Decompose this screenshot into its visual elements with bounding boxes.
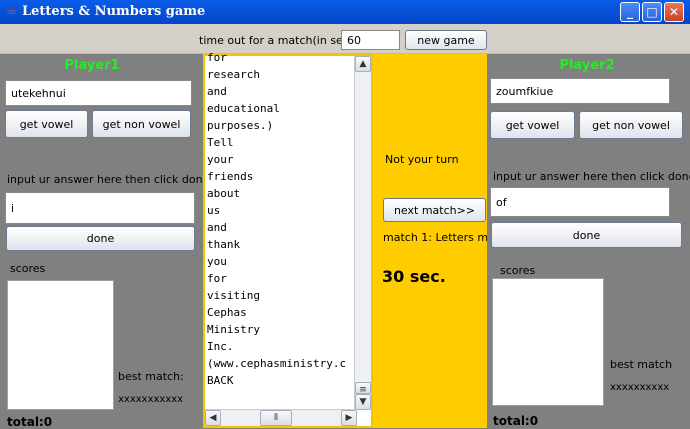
player2-get-non-vowel-button[interactable]: get non vowel [579, 111, 683, 139]
word-list[interactable]: for research and educational purposes.) Tell y… [205, 49, 359, 403]
word-list-line: BACK [207, 374, 234, 387]
scroll-down-icon[interactable]: ▼ [355, 394, 371, 410]
player1-answer-prompt: input ur answer here then click done [7, 173, 210, 186]
title-bar: ☕ Letters & Numbers game _ □ ✕ [0, 0, 690, 24]
horizontal-scroll-thumb[interactable]: ⦀ [260, 410, 292, 426]
word-list-line: us [207, 204, 221, 217]
player1-scores-list [7, 280, 114, 410]
horizontal-scrollbar[interactable]: ◀ ⦀ ▶ [205, 409, 357, 426]
player1-answer-input[interactable]: i [5, 192, 195, 224]
scroll-left-icon[interactable]: ◀ [205, 410, 221, 426]
player1-get-non-vowel-button[interactable]: get non vowel [92, 110, 191, 138]
timeout-input[interactable]: 60 [341, 30, 400, 50]
match-timer: 30 sec. [382, 267, 446, 286]
word-list-line: Cephas [207, 306, 247, 319]
maximize-button[interactable]: □ [642, 2, 662, 22]
window-title: Letters & Numbers game [22, 4, 206, 19]
player2-get-vowel-button[interactable]: get vowel [490, 111, 575, 139]
player2-best-match-label: best match [610, 358, 673, 371]
player1-best-match-value: xxxxxxxxxxx [118, 394, 184, 405]
player1-total: total:0 [7, 415, 53, 429]
word-list-line: for [207, 272, 227, 285]
player2-done-button[interactable]: done [491, 222, 682, 248]
word-list-line: thank [207, 238, 241, 251]
player1-done-button[interactable]: done [6, 226, 195, 251]
timeout-label: time out for a match(in sec.) [199, 34, 357, 47]
scroll-right-icon[interactable]: ▶ [341, 410, 357, 426]
new-game-button[interactable]: new game [405, 30, 487, 50]
word-list-line: (www.cephasministry.c [207, 357, 347, 370]
word-list-line: and [207, 85, 227, 98]
scroll-up-icon[interactable]: ▲ [355, 56, 371, 72]
turn-status: Not your turn [385, 153, 459, 166]
player2-letters-field[interactable]: zoumfkiue [490, 78, 670, 104]
minimize-button[interactable]: _ [620, 2, 640, 22]
player1-get-vowel-button[interactable]: get vowel [5, 110, 88, 138]
vertical-scrollbar[interactable]: ▲ ≡ ▼ [354, 56, 371, 410]
word-list-line: research [207, 68, 260, 81]
player1-best-match-label: best match: [118, 370, 184, 383]
java-cup-icon: ☕ [5, 3, 18, 18]
word-list-line: your [207, 153, 234, 166]
scroll-thumb[interactable]: ≡ [355, 382, 371, 395]
player2-answer-prompt: input ur answer here then click done [493, 170, 690, 183]
player1-panel: Player1 utekehnui get vowel get non vowe… [0, 54, 209, 429]
word-list-panel: for research and educational purposes.) Tell y… [203, 51, 373, 428]
word-list-line: Tell [207, 136, 234, 149]
word-list-line: educational [207, 102, 280, 115]
word-list-line: Inc. [207, 340, 234, 353]
word-list-line: friends [207, 170, 254, 183]
word-list-line: for [207, 51, 227, 64]
word-list-line: and [207, 221, 227, 234]
match-panel: Not your turn next match>> match 1: Lett… [373, 54, 487, 428]
match-info: match 1: Letters matc [383, 231, 487, 244]
next-match-button[interactable]: next match>> [383, 198, 486, 222]
player1-scores-label: scores [10, 262, 46, 275]
word-list-line: purposes.) [207, 119, 274, 132]
player2-total: total:0 [493, 414, 539, 428]
word-list-line: Ministry [207, 323, 260, 336]
player2-scores-list [492, 278, 604, 406]
word-list-line: you [207, 255, 227, 268]
player2-best-match-value: xxxxxxxxxx [610, 382, 670, 393]
word-list-line: about [207, 187, 241, 200]
player2-answer-input[interactable]: of [490, 187, 670, 217]
word-list-line: visiting [207, 289, 260, 302]
player2-scores-label: scores [500, 264, 536, 277]
player1-letters-field[interactable]: utekehnui [5, 80, 192, 106]
close-button[interactable]: ✕ [664, 2, 684, 22]
player2-panel: Player2 zoumfkiue get vowel get non vowe… [487, 54, 690, 428]
player1-name: Player1 [64, 58, 120, 73]
player2-name: Player2 [559, 58, 615, 73]
